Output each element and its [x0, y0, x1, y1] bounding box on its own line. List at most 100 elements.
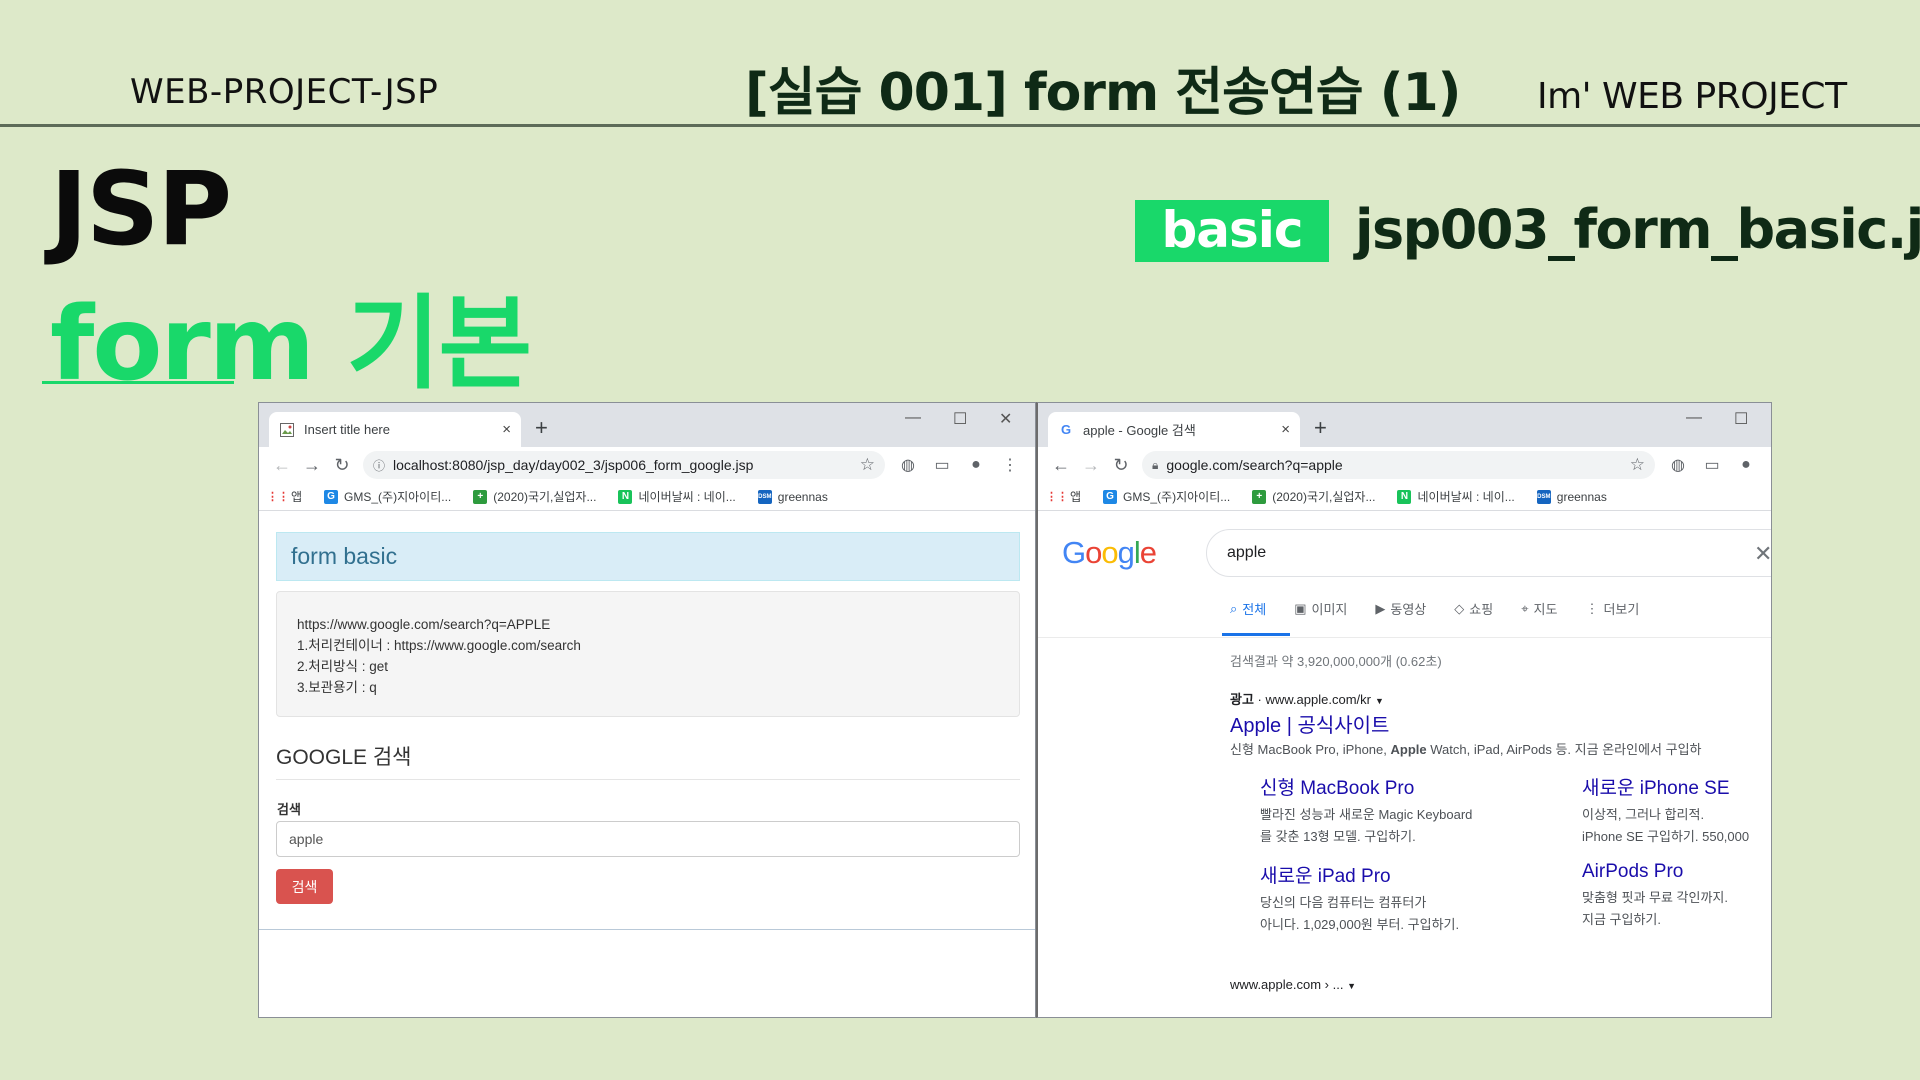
tab-label: 더보기 [1603, 602, 1640, 617]
reload-icon[interactable]: ↻ [1106, 455, 1136, 476]
tab-videos[interactable]: ▶ 동영상 [1375, 599, 1426, 618]
bookmark-label: 네이버날씨 : 네이... [638, 490, 736, 504]
tab-title: apple - Google 검색 [1083, 423, 1196, 438]
dropdown-arrow-icon[interactable]: ▼ [1375, 696, 1384, 706]
browser-tab[interactable]: G apple - Google 검색 × [1048, 412, 1300, 447]
browser-toolbar: ← → ↻ 🔒︎ google.com/search?q=apple ☆ ◍ ▭… [1038, 447, 1771, 483]
address-bar[interactable]: 🔒︎ google.com/search?q=apple ☆ [1142, 451, 1655, 479]
dsm-logo-icon: DSM [757, 489, 772, 504]
profile-icon[interactable]: ● [959, 456, 993, 474]
bookmark-naver[interactable]: N 네이버날씨 : 네이... [618, 488, 736, 505]
back-icon[interactable]: ← [267, 455, 297, 476]
bookmark-apps[interactable]: ⋮⋮ 앱 [1046, 488, 1081, 505]
active-tab-indicator [1222, 633, 1290, 636]
map-pin-icon: ⌖ [1521, 600, 1529, 616]
well-line: 2.처리방식 : get [297, 659, 388, 674]
tabs-divider [1038, 637, 1771, 638]
tab-maps[interactable]: ⌖ 지도 [1521, 599, 1557, 618]
cast-icon[interactable]: ▭ [1695, 455, 1729, 475]
sitelink-title[interactable]: AirPods Pro [1582, 861, 1728, 883]
sitelink-title[interactable]: 신형 MacBook Pro [1260, 773, 1472, 800]
back-icon[interactable]: ← [1046, 455, 1076, 476]
organic-result-url[interactable]: www.apple.com › ... ▼ [1230, 977, 1356, 992]
bookmark-hrd[interactable]: + (2020)국기,실업자... [473, 488, 596, 505]
google-tabs: ⌕ 전체 ▣ 이미지 ▶ 동영상 ◇ 쇼핑 ⌖ 지도 ⋮ 더보기 [1230, 599, 1667, 618]
tab-title: Insert title here [304, 422, 390, 437]
clear-search-icon[interactable]: ✕ [1754, 541, 1771, 567]
sitelink-title[interactable]: 새로운 iPhone SE [1582, 773, 1749, 800]
profile-icon[interactable]: ● [1729, 456, 1763, 474]
minimize-icon[interactable]: — [905, 409, 921, 427]
maximize-icon[interactable]: ☐ [953, 409, 967, 429]
google-logo[interactable]: Google [1062, 535, 1157, 571]
new-tab-button[interactable]: + [535, 415, 548, 441]
sitelink: 새로운 iPad Pro 당신의 다음 컴퓨터는 컴퓨터가 아니다. 1,029… [1260, 861, 1459, 936]
bookmark-naver[interactable]: N 네이버날씨 : 네이... [1397, 488, 1515, 505]
address-url: localhost:8080/jsp_day/day002_3/jsp006_f… [393, 457, 754, 473]
extension-icon[interactable]: ◍ [891, 455, 925, 475]
tab-shopping[interactable]: ◇ 쇼핑 [1454, 599, 1493, 618]
cast-icon[interactable]: ▭ [925, 455, 959, 475]
sitelink-desc: 당신의 다음 컴퓨터는 컴퓨터가 아니다. 1,029,000원 부터. 구입하… [1260, 895, 1460, 932]
close-tab-icon[interactable]: × [1281, 421, 1290, 438]
address-bar[interactable]: ⓘ localhost:8080/jsp_day/day002_3/jsp006… [363, 451, 885, 479]
tab-all[interactable]: ⌕ 전체 [1230, 599, 1266, 618]
browser-tab[interactable]: Insert title here × [269, 412, 521, 447]
g-logo-icon: G [1103, 489, 1118, 504]
forward-icon[interactable]: → [297, 455, 327, 476]
ad-desc-text: 신형 MacBook Pro, iPhone, [1230, 742, 1391, 757]
right-browser-window: G apple - Google 검색 × + — ☐ ← → ↻ 🔒︎ goo… [1036, 402, 1772, 1018]
search-button[interactable]: 검색 [276, 869, 333, 904]
bookmark-apps[interactable]: ⋮⋮ 앱 [267, 488, 303, 505]
tab-label: 동영상 [1390, 602, 1427, 617]
sitelink-title[interactable]: 새로운 iPad Pro [1260, 861, 1459, 888]
file-name: jsp003_form_basic.jsp [1355, 198, 1920, 261]
address-url: google.com/search?q=apple [1166, 457, 1343, 473]
bookmark-gms[interactable]: G GMS_(주)지아이티... [1103, 488, 1230, 505]
lock-icon[interactable]: 🔒︎ [1152, 458, 1158, 473]
reload-icon[interactable]: ↻ [327, 455, 357, 476]
bookmark-greennas[interactable]: DSM greennas [1536, 489, 1607, 504]
ad-url[interactable]: www.apple.com/kr [1265, 692, 1370, 707]
bookmark-star-icon[interactable]: ☆ [1630, 455, 1645, 475]
forward-icon[interactable]: → [1076, 455, 1106, 476]
tab-images[interactable]: ▣ 이미지 [1294, 599, 1347, 618]
bookmarks-bar: ⋮⋮ 앱 G GMS_(주)지아이티... + (2020)국기,실업자... N 네이… [1038, 483, 1771, 511]
header-lesson-title: [실습 001] form 전송연습 (1) [745, 63, 1461, 123]
sitelink: AirPods Pro 맞춤형 핏과 무료 각인까지. 지금 구입하기. [1582, 861, 1728, 931]
new-tab-button[interactable]: + [1314, 415, 1327, 441]
extension-icon[interactable]: ◍ [1661, 455, 1695, 475]
close-window-icon[interactable]: ✕ [999, 409, 1012, 429]
page-content: form basic https://www.google.com/search… [259, 511, 1035, 993]
tab-label: 이미지 [1311, 602, 1348, 617]
dropdown-arrow-icon[interactable]: ▼ [1347, 981, 1356, 991]
minimize-icon[interactable]: — [1686, 409, 1702, 427]
sitelink-desc: 이상적, 그러나 합리적. iPhone SE 구입하기. 550,000 [1582, 807, 1750, 844]
bookmark-label: 앱 [291, 490, 303, 504]
close-tab-icon[interactable]: × [502, 421, 511, 438]
title-underline [42, 381, 234, 384]
ad-title-link[interactable]: Apple | 공식사이트 [1230, 709, 1389, 738]
bookmark-greennas[interactable]: DSM greennas [757, 489, 828, 504]
slide-title-jsp: JSP [50, 150, 232, 269]
google-results-page: Google apple ✕ ⌕ 전체 ▣ 이미지 ▶ 동영상 ◇ 쇼핑 ⌖ 지도 ⋮ 더보… [1038, 511, 1771, 993]
bookmark-hrd[interactable]: + (2020)국기,실업자... [1252, 488, 1375, 505]
search-input[interactable] [276, 821, 1020, 857]
google-logo-letter: G [1062, 535, 1086, 570]
bookmark-label: greennas [777, 489, 828, 504]
well-line: https://www.google.com/search?q=APPLE [297, 617, 551, 632]
tab-more[interactable]: ⋮ 더보기 [1585, 599, 1639, 618]
basic-badge: basic [1135, 200, 1329, 262]
tab-label: 쇼핑 [1469, 602, 1494, 617]
google-search-box[interactable]: apple [1206, 529, 1771, 577]
ad-url-line: 광고 · www.apple.com/kr ▼ [1230, 692, 1384, 707]
bookmark-gms[interactable]: G GMS_(주)지아이티... [324, 488, 451, 505]
menu-icon[interactable]: ⋮ [993, 455, 1027, 475]
maximize-icon[interactable]: ☐ [1734, 409, 1748, 429]
info-icon[interactable]: ⓘ [373, 457, 385, 474]
dsm-logo-icon: DSM [1536, 489, 1551, 504]
google-logo-letter: o [1101, 535, 1118, 570]
plus-logo-icon: + [473, 489, 488, 504]
bookmark-star-icon[interactable]: ☆ [860, 455, 875, 475]
sitelink: 새로운 iPhone SE 이상적, 그러나 합리적. iPhone SE 구입… [1582, 773, 1749, 848]
